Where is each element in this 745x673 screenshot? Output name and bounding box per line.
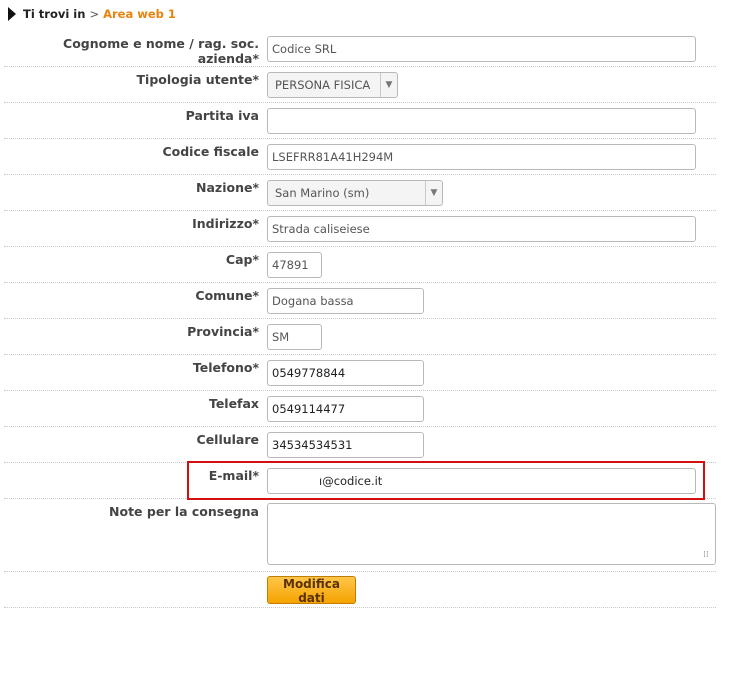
play-arrow-icon (8, 7, 16, 21)
row-ragione-sociale: Cognome e nome / rag. soc. azienda* (4, 30, 716, 67)
ragione-sociale-label: Cognome e nome / rag. soc. azienda* (63, 36, 259, 66)
cap-label: Cap* (225, 252, 259, 267)
breadcrumb-prefix: Ti trovi in (23, 7, 86, 21)
resize-grip-icon[interactable]: ⁞⁞ (703, 551, 709, 560)
row-provincia: Provincia* (4, 318, 716, 355)
comune-label: Comune* (195, 288, 259, 303)
telefono-input[interactable] (267, 360, 424, 386)
ragione-sociale-input[interactable] (267, 36, 696, 62)
partita-iva-input[interactable] (267, 108, 696, 134)
row-indirizzo: Indirizzo* (4, 210, 716, 247)
telefax-label: Telefax (208, 396, 259, 411)
breadcrumb-current[interactable]: Area web 1 (103, 7, 176, 21)
email-input[interactable] (267, 468, 696, 494)
provincia-input[interactable] (267, 324, 322, 350)
email-label: E-mail* (208, 468, 259, 483)
row-codice-fiscale: Codice fiscale (4, 138, 716, 175)
cap-input[interactable] (267, 252, 322, 278)
form-bottom-divider (4, 607, 716, 608)
tipologia-selected: PERSONA FISICA (275, 78, 371, 92)
row-email: E-mail* (4, 462, 716, 499)
indirizzo-input[interactable] (267, 216, 696, 242)
breadcrumb-separator: > (89, 7, 100, 21)
row-cellulare: Cellulare (4, 426, 716, 463)
tipologia-label: Tipologia utente* (136, 72, 259, 87)
row-note: Note per la consegna ⁞⁞ (4, 498, 716, 572)
codice-fiscale-label: Codice fiscale (162, 144, 259, 159)
nazione-label: Nazione* (196, 180, 259, 195)
nazione-selected: San Marino (sm) (275, 186, 370, 200)
codice-fiscale-input[interactable] (267, 144, 696, 170)
breadcrumb: Ti trovi in > Area web 1 (8, 6, 176, 22)
nazione-select[interactable]: San Marino (sm) ▼ (267, 180, 443, 206)
modifica-dati-button[interactable]: Modifica dati (267, 576, 356, 605)
row-partita-iva: Partita iva (4, 102, 716, 139)
row-cap: Cap* (4, 246, 716, 283)
chevron-down-icon[interactable]: ▼ (380, 73, 397, 97)
indirizzo-label: Indirizzo* (192, 216, 259, 231)
tipologia-select[interactable]: PERSONA FISICA ▼ (267, 72, 398, 98)
provincia-label: Provincia* (187, 324, 259, 339)
partita-iva-label: Partita iva (185, 108, 259, 123)
telefax-input[interactable] (267, 396, 424, 422)
comune-input[interactable] (267, 288, 424, 314)
note-textarea[interactable] (267, 503, 716, 565)
row-nazione: Nazione* San Marino (sm) ▼ (4, 174, 716, 211)
row-comune: Comune* (4, 282, 716, 319)
row-telefono: Telefono* (4, 354, 716, 391)
chevron-down-icon[interactable]: ▼ (425, 181, 442, 205)
telefono-label: Telefono* (192, 360, 259, 375)
row-tipologia: Tipologia utente* PERSONA FISICA ▼ (4, 66, 716, 103)
row-telefax: Telefax (4, 390, 716, 427)
note-label: Note per la consegna (109, 504, 259, 519)
cellulare-input[interactable] (267, 432, 424, 458)
cellulare-label: Cellulare (196, 432, 259, 447)
